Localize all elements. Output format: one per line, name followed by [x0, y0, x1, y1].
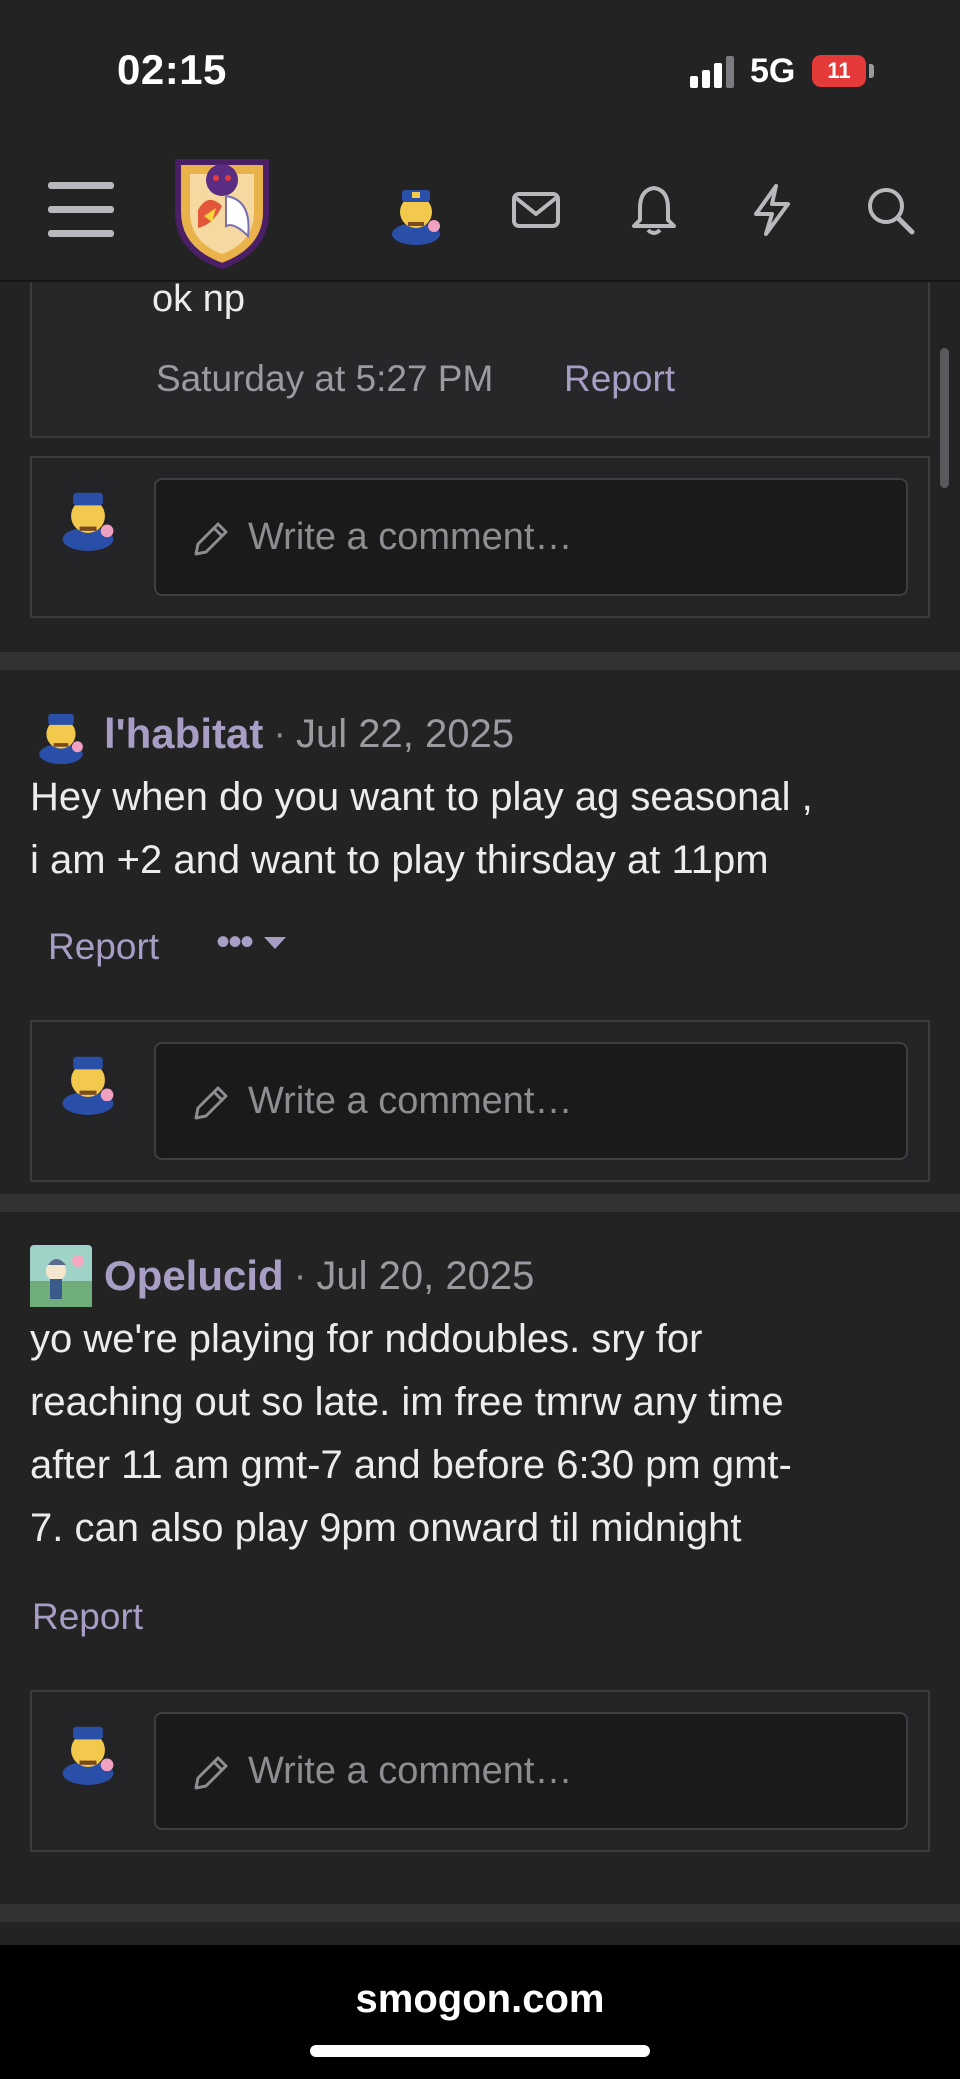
more-dots-icon: •••: [216, 920, 254, 964]
user-avatar-icon: [62, 1726, 114, 1785]
bell-icon[interactable]: [626, 182, 682, 238]
post-header: l'habitat · Jul 22, 2025: [30, 702, 514, 766]
status-bar: 02:15 5G 11: [0, 0, 960, 140]
battery-icon: 11: [812, 55, 866, 87]
comment-timestamp[interactable]: Saturday at 5:27 PM: [156, 358, 493, 400]
post-divider: [0, 1904, 960, 1922]
separator-dot: ·: [293, 1254, 307, 1297]
author-name[interactable]: Opelucid: [104, 1252, 284, 1300]
write-comment-input[interactable]: Write a comment…: [154, 1042, 908, 1160]
comment-text: ok np: [152, 278, 245, 320]
report-link[interactable]: Report: [48, 926, 159, 968]
smogon-logo[interactable]: [168, 150, 276, 270]
post-message-line: yo we're playing for nddoubles. sry for: [30, 1317, 703, 1361]
home-indicator[interactable]: [310, 2045, 650, 2057]
post-divider: [0, 1194, 960, 1212]
comment-placeholder: Write a comment…: [248, 1080, 573, 1122]
post-message-line: 7. can also play 9pm onward til midnight: [30, 1506, 742, 1550]
menu-icon[interactable]: [48, 182, 114, 238]
separator-dot: ·: [273, 712, 286, 755]
caret-down-icon: [264, 936, 287, 949]
page-scrollbar[interactable]: [940, 348, 949, 488]
cellular-signal-icon: [690, 56, 736, 88]
comment-composer: Write a comment…: [30, 1690, 930, 1852]
user-avatar-icon[interactable]: [382, 178, 450, 246]
comment-placeholder: Write a comment…: [248, 516, 573, 558]
post-message-line: Hey when do you want to play ag seasonal…: [30, 775, 813, 819]
author-avatar[interactable]: [30, 703, 92, 765]
post-message-line: after 11 am gmt-7 and before 6:30 pm gmt…: [30, 1443, 792, 1487]
write-comment-input[interactable]: Write a comment…: [154, 1712, 908, 1830]
more-options-button[interactable]: •••: [216, 920, 287, 965]
url-label[interactable]: smogon.com: [0, 1977, 960, 2022]
report-link[interactable]: Report: [32, 1596, 143, 1638]
battery-level: 11: [827, 58, 851, 83]
network-type: 5G: [750, 52, 796, 90]
report-link[interactable]: Report: [564, 358, 675, 400]
profile-post: ok np Saturday at 5:27 PM Report Write a…: [0, 260, 960, 652]
post-date[interactable]: Jul 22, 2025: [296, 712, 514, 757]
post-date[interactable]: Jul 20, 2025: [316, 1254, 534, 1299]
user-avatar-icon: [62, 492, 114, 551]
profile-post: Opelucid · Jul 20, 2025 yo we're playing…: [0, 1212, 960, 1904]
comment-placeholder: Write a comment…: [248, 1750, 573, 1792]
post-message: Hey when do you want to play ag seasonal…: [30, 766, 930, 892]
post-divider: [0, 652, 960, 670]
pencil-icon: [194, 1756, 228, 1790]
search-icon[interactable]: [862, 182, 918, 238]
user-avatar-icon: [62, 1056, 114, 1115]
battery-cap: [869, 64, 874, 78]
write-comment-input[interactable]: Write a comment…: [154, 478, 908, 596]
clock: 02:15: [117, 46, 227, 93]
author-avatar[interactable]: [30, 1245, 92, 1307]
lightning-icon[interactable]: [744, 182, 800, 238]
browser-bottom-bar: smogon.com: [0, 1945, 960, 2079]
comment-reply: ok np Saturday at 5:27 PM Report: [30, 260, 930, 438]
comment-composer: Write a comment…: [30, 1020, 930, 1182]
pencil-icon: [194, 522, 228, 556]
site-header: [0, 140, 960, 280]
profile-post: l'habitat · Jul 22, 2025 Hey when do you…: [0, 670, 960, 1194]
inbox-icon[interactable]: [508, 182, 564, 238]
post-header: Opelucid · Jul 20, 2025: [30, 1244, 534, 1308]
pencil-icon: [194, 1086, 228, 1120]
post-message: yo we're playing for nddoubles. sry for …: [30, 1308, 930, 1560]
post-message-line: reaching out so late. im free tmrw any t…: [30, 1380, 784, 1424]
author-name[interactable]: l'habitat: [104, 710, 263, 758]
comment-composer: Write a comment…: [30, 456, 930, 618]
post-message-line: i am +2 and want to play thirsday at 11p…: [30, 838, 769, 882]
